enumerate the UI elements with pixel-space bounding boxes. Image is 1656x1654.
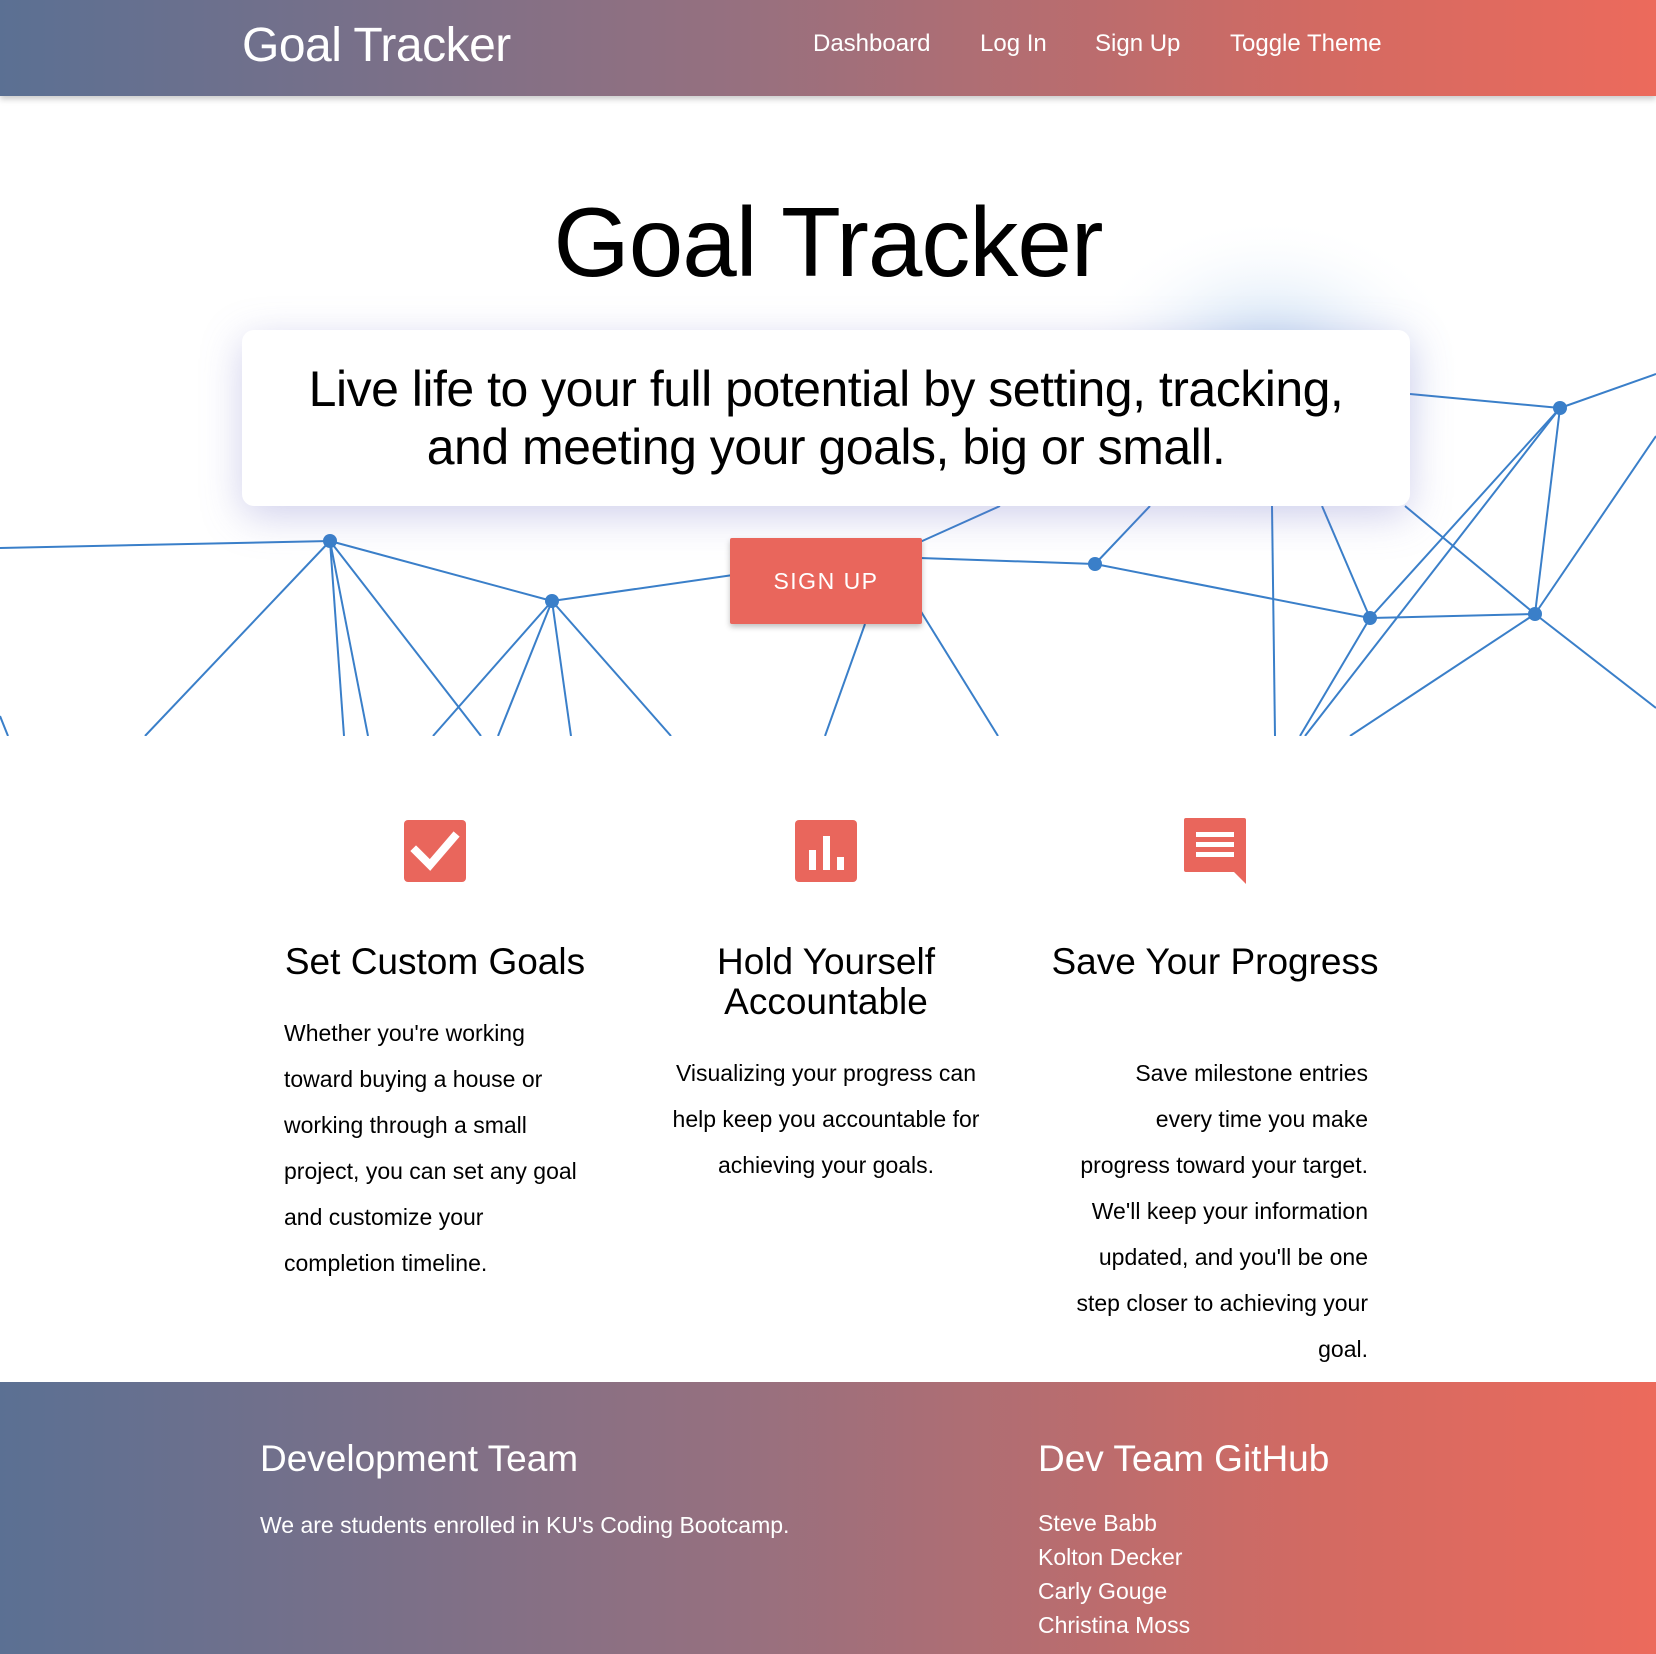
feature-hold-yourself-accountable: Hold Yourself Accountable Visualizing yo… xyxy=(656,816,996,1178)
hero-title: Goal Tracker xyxy=(553,187,1104,297)
navbar: Goal Tracker Dashboard Log In Sign Up To… xyxy=(0,0,1656,96)
brand-logo-link[interactable]: Goal Tracker xyxy=(242,18,511,73)
hero-tagline: Live life to your full potential by sett… xyxy=(308,361,1344,475)
feature-set-custom-goals: Set Custom Goals Whether you're working … xyxy=(265,816,605,1276)
dev-team-github-heading: Dev Team GitHub xyxy=(1038,1438,1330,1479)
bar-chart-icon xyxy=(795,820,857,882)
feature-description: Save milestone entries every time you ma… xyxy=(1076,1060,1369,1362)
hero-section: Goal Tracker Live life to your full pote… xyxy=(0,96,1656,736)
development-team-text: We are students enrolled in KU's Coding … xyxy=(260,1512,790,1538)
feature-description: Whether you're working toward buying a h… xyxy=(284,1020,577,1276)
sign-up-button[interactable]: SIGN UP xyxy=(730,538,922,624)
tagline-card: Live life to your full potential by sett… xyxy=(242,330,1410,506)
feature-description: Visualizing your progress can help keep … xyxy=(672,1060,980,1178)
nav-link-toggle-theme[interactable]: Toggle Theme xyxy=(1230,30,1382,58)
footer: Development Team We are students enrolle… xyxy=(0,1382,1656,1654)
development-team-heading: Development Team xyxy=(260,1438,579,1479)
feature-title: Save Your Progress xyxy=(1051,941,1379,982)
checkbox-icon xyxy=(404,820,466,882)
github-link-steve-babb[interactable]: Steve Babb xyxy=(1038,1506,1190,1540)
github-link-carly-gouge[interactable]: Carly Gouge xyxy=(1038,1574,1190,1608)
feature-save-your-progress: Save Your Progress Save milestone entrie… xyxy=(1045,816,1385,1362)
feature-title: Set Custom Goals xyxy=(284,941,586,982)
github-link-kolton-decker[interactable]: Kolton Decker xyxy=(1038,1540,1190,1574)
github-link-list: Steve Babb Kolton Decker Carly Gouge Chr… xyxy=(1038,1506,1190,1642)
nav-link-sign-up[interactable]: Sign Up xyxy=(1095,30,1180,58)
nav-link-dashboard[interactable]: Dashboard xyxy=(813,30,930,58)
feature-title: Hold Yourself Accountable xyxy=(716,941,936,1022)
github-link-christina-moss[interactable]: Christina Moss xyxy=(1038,1608,1190,1642)
comment-icon xyxy=(1184,818,1246,884)
nav-link-log-in[interactable]: Log In xyxy=(980,30,1047,58)
